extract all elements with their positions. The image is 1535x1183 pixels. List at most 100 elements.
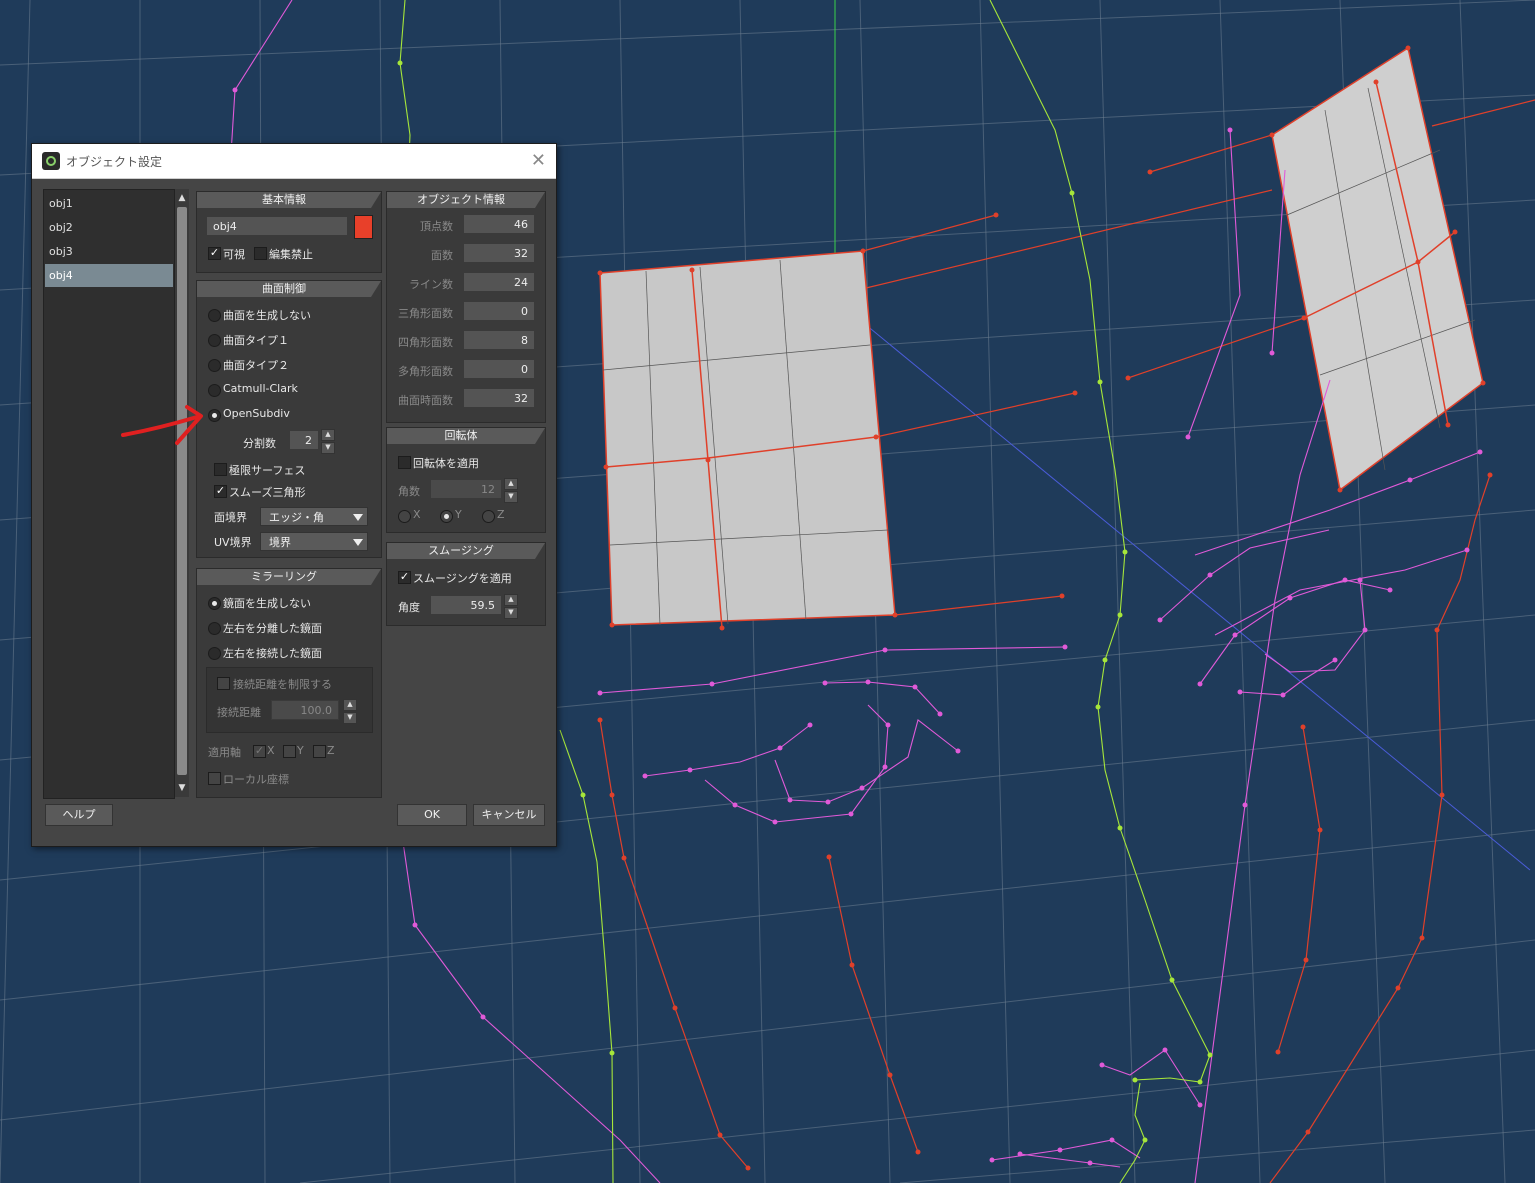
distance-stepper[interactable]: ▲ ▼ <box>343 699 357 724</box>
object-color-swatch[interactable] <box>354 215 373 239</box>
list-item-obj3[interactable]: obj3 <box>45 240 173 263</box>
axis-label: 適用軸 <box>208 746 241 759</box>
revolve-section: 回転体 回転体を適用 角数 12 ▲ ▼ X Y Z <box>386 427 546 533</box>
list-item-obj4[interactable]: obj4 <box>45 264 173 287</box>
face-boundary-select[interactable]: エッジ・角 <box>260 507 368 526</box>
object-info-header: オブジェクト情報 <box>387 192 545 208</box>
revolve-angle-field[interactable]: 12 <box>430 479 502 499</box>
lock-checkbox[interactable] <box>254 247 267 260</box>
surface-option-type1-radio[interactable] <box>208 334 221 347</box>
axis-x-label: X <box>267 744 275 757</box>
info-value-quads: 8 <box>463 330 535 350</box>
axis-z-label: Z <box>327 744 335 757</box>
info-value-vertices: 46 <box>463 214 535 234</box>
surface-option-type2-label: 曲面タイプ２ <box>223 359 289 372</box>
revolve-axis-x-radio[interactable] <box>398 510 411 523</box>
ok-button[interactable]: OK <box>397 804 467 826</box>
smoothing-section: スムージング ✓ スムージングを適用 角度 59.5 ▲ ▼ <box>386 542 546 626</box>
revolve-axis-y-radio[interactable] <box>440 510 453 523</box>
dialog-titlebar[interactable]: オブジェクト設定 ✕ <box>32 144 556 179</box>
revolve-angle-label: 角数 <box>398 485 420 498</box>
object-settings-dialog: オブジェクト設定 ✕ obj1 obj2 obj3 obj4 ▲ ▼ 基本情報 … <box>31 143 557 847</box>
limit-distance-checkbox[interactable] <box>217 677 230 690</box>
chevron-down-icon <box>353 539 363 546</box>
surface-option-catmull-label: Catmull-Clark <box>223 382 298 395</box>
info-label-quads: 四角形面数 <box>398 336 453 349</box>
revolve-axis-y-label: Y <box>455 508 462 521</box>
uv-boundary-value: 境界 <box>269 536 291 549</box>
info-value-triangles: 0 <box>463 301 535 321</box>
subdiv-count-field[interactable]: 2 <box>289 430 319 450</box>
info-label-polygons: 多角形面数 <box>398 365 453 378</box>
face-boundary-value: エッジ・角 <box>269 511 324 524</box>
subdiv-count-stepper[interactable]: ▲ ▼ <box>321 429 335 454</box>
close-icon[interactable]: ✕ <box>531 150 546 171</box>
info-label-faces: 面数 <box>431 249 453 262</box>
axis-y-checkbox[interactable] <box>283 745 296 758</box>
scroll-thumb[interactable] <box>177 207 187 775</box>
axis-x-checkbox[interactable]: ✓ <box>253 745 266 758</box>
info-label-surface-faces: 曲面時面数 <box>398 394 453 407</box>
info-label-triangles: 三角形面数 <box>398 307 453 320</box>
local-coord-label: ローカル座標 <box>223 773 289 786</box>
face-boundary-label: 面境界 <box>214 511 247 524</box>
lock-label: 編集禁止 <box>269 248 313 261</box>
limit-distance-label: 接続距離を制限する <box>233 678 332 691</box>
dialog-title: オブジェクト設定 <box>66 155 163 169</box>
info-value-faces: 32 <box>463 243 535 263</box>
revolve-apply-checkbox[interactable] <box>398 456 411 469</box>
smoothing-apply-checkbox[interactable]: ✓ <box>398 571 411 584</box>
surface-control-header: 曲面制御 <box>197 281 381 297</box>
surface-option-none-radio[interactable] <box>208 309 221 322</box>
revolve-axis-x-label: X <box>413 508 421 521</box>
list-item-obj1[interactable]: obj1 <box>45 192 173 215</box>
mirror-connected-radio[interactable] <box>208 647 221 660</box>
info-label-vertices: 頂点数 <box>420 220 453 233</box>
object-info-section: オブジェクト情報 頂点数 46 面数 32 ライン数 24 三角形面数 0 四角… <box>386 191 546 423</box>
mirror-none-label: 鏡面を生成しない <box>223 597 311 610</box>
annotation-arrow-head <box>175 405 203 445</box>
help-button[interactable]: ヘルプ <box>45 804 113 826</box>
scroll-up-icon[interactable]: ▲ <box>175 191 189 205</box>
surface-control-section: 曲面制御 曲面を生成しない 曲面タイプ１ 曲面タイプ２ Catmull-Clar… <box>196 280 382 558</box>
surface-option-none-label: 曲面を生成しない <box>223 309 311 322</box>
mesh-surface-left <box>599 250 896 629</box>
revolve-angle-stepper[interactable]: ▲ ▼ <box>504 478 518 503</box>
mesh-surface-right <box>1271 46 1484 492</box>
info-value-lines: 24 <box>463 272 535 292</box>
object-list-scrollbar[interactable]: ▲ ▼ <box>175 189 189 797</box>
mirroring-header: ミラーリング <box>197 569 381 585</box>
object-list[interactable]: obj1 obj2 obj3 obj4 <box>43 189 175 799</box>
distance-field[interactable]: 100.0 <box>271 700 339 720</box>
scroll-down-icon[interactable]: ▼ <box>175 781 189 795</box>
visible-label: 可視 <box>223 248 245 261</box>
visible-checkbox[interactable]: ✓ <box>208 247 221 260</box>
chevron-down-icon <box>353 514 363 521</box>
cancel-button[interactable]: キャンセル <box>473 804 545 826</box>
smoothing-angle-field[interactable]: 59.5 <box>430 595 502 615</box>
smooth-triangle-checkbox[interactable]: ✓ <box>214 485 227 498</box>
mirror-separate-radio[interactable] <box>208 622 221 635</box>
limit-surface-label: 極限サーフェス <box>229 464 306 477</box>
info-label-lines: ライン数 <box>409 278 453 291</box>
mirroring-section: ミラーリング 鏡面を生成しない 左右を分離した鏡面 左右を接続した鏡面 接続距離… <box>196 568 382 798</box>
list-item-obj2[interactable]: obj2 <box>45 216 173 239</box>
mirror-none-radio[interactable] <box>208 597 221 610</box>
revolve-axis-z-radio[interactable] <box>482 510 495 523</box>
info-value-surface-faces: 32 <box>463 388 535 408</box>
surface-option-type2-radio[interactable] <box>208 359 221 372</box>
axis-y-label: Y <box>297 744 304 757</box>
revolve-header: 回転体 <box>387 428 545 444</box>
axis-z-checkbox[interactable] <box>313 745 326 758</box>
object-name-field[interactable]: obj4 <box>206 216 348 236</box>
revolve-axis-z-label: Z <box>497 508 505 521</box>
smoothing-angle-label: 角度 <box>398 601 420 614</box>
local-coord-checkbox[interactable] <box>208 772 221 785</box>
smoothing-angle-stepper[interactable]: ▲ ▼ <box>504 594 518 619</box>
revolve-apply-label: 回転体を適用 <box>413 457 479 470</box>
basic-info-section: 基本情報 obj4 ✓ 可視 編集禁止 <box>196 191 382 273</box>
limit-surface-checkbox[interactable] <box>214 463 227 476</box>
uv-boundary-select[interactable]: 境界 <box>260 532 368 551</box>
basic-info-header: 基本情報 <box>197 192 381 208</box>
mirror-separate-label: 左右を分離した鏡面 <box>223 622 322 635</box>
